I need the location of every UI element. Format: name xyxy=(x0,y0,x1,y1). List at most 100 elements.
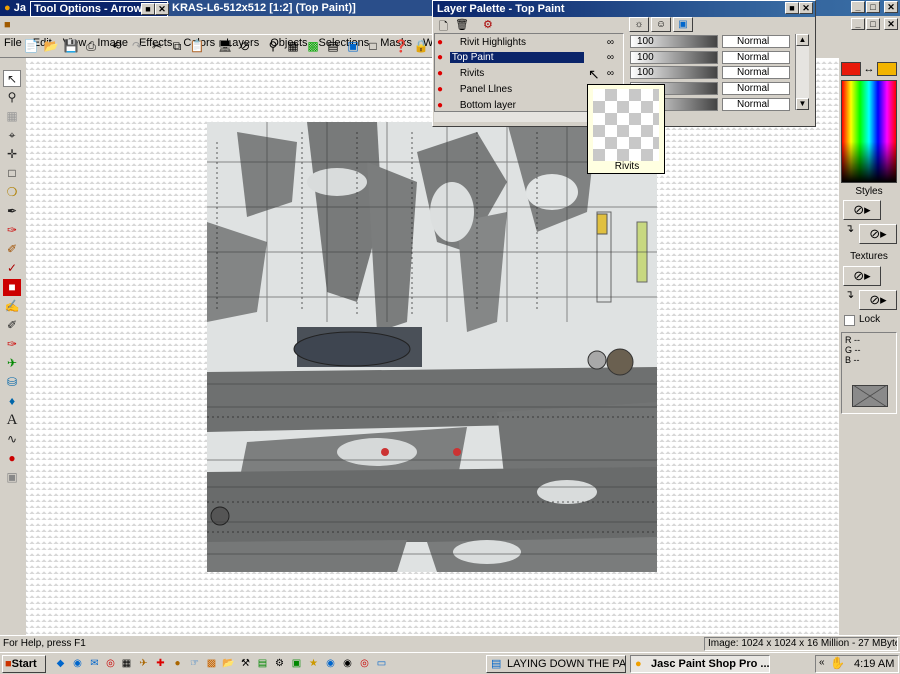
layer-opacity[interactable]: 100 xyxy=(630,35,718,48)
taskbar-item-psp[interactable]: ● Jasc Paint Shop Pro ... xyxy=(630,655,770,673)
layer-blend-mode[interactable]: Normal xyxy=(722,82,790,95)
paste-icon[interactable]: 📋 xyxy=(188,37,206,55)
picture-tube-icon[interactable]: ✑ xyxy=(3,336,21,353)
layer-palette-pin-button[interactable]: ■ xyxy=(785,2,799,14)
text-tool-icon[interactable]: A xyxy=(3,412,21,429)
layer-palette-vscroll[interactable]: ▲ ▼ xyxy=(795,34,809,110)
flood-fill-icon[interactable]: ⛁ xyxy=(3,374,21,391)
quicklaunch-window-icon[interactable]: ▭ xyxy=(375,658,388,670)
scratch-remover-icon[interactable]: ✍ xyxy=(3,298,21,315)
visibility-glasses-icon[interactable]: ∞ xyxy=(607,50,614,65)
quicklaunch-folder-icon[interactable]: 📂 xyxy=(222,658,235,670)
tray-expand-icon[interactable]: « xyxy=(819,657,825,668)
visibility-glasses-icon[interactable]: ∞ xyxy=(607,66,614,81)
deform-tool-icon[interactable]: ▦ xyxy=(3,108,21,125)
canvas-image[interactable] xyxy=(207,122,657,572)
maximize-button[interactable]: □ xyxy=(866,1,880,13)
zoom-icon[interactable]: ⚲ xyxy=(264,37,282,55)
copy-icon[interactable]: ⧉ xyxy=(168,37,186,55)
tab-visibility[interactable]: ☼ xyxy=(629,17,649,32)
layer-properties-icon[interactable]: ⚙ xyxy=(483,18,493,31)
tool-options-pin-button[interactable]: ■ xyxy=(141,3,155,15)
doc-maximize-button[interactable]: □ xyxy=(866,18,880,30)
foreground-style-button[interactable]: ⊘▸ xyxy=(843,200,881,220)
quicklaunch-cross-icon[interactable]: ✚ xyxy=(154,658,167,670)
screen-icon[interactable]: 🖥 xyxy=(216,37,234,55)
quicklaunch-gear-icon[interactable]: ⚙ xyxy=(273,658,286,670)
vector-object-icon[interactable]: ▣ xyxy=(3,469,21,486)
selection-tool-icon[interactable]: □ xyxy=(3,165,21,182)
overview-icon[interactable]: □ xyxy=(364,37,382,55)
undo-icon[interactable]: ↶ xyxy=(108,37,126,55)
color-spectrum[interactable] xyxy=(841,80,897,183)
quicklaunch-desktop-icon[interactable]: ◆ xyxy=(54,658,67,670)
layer-opacity[interactable]: 100 xyxy=(630,66,718,79)
draw-tool-icon[interactable]: ∿ xyxy=(3,431,21,448)
layer-blend-mode[interactable]: Normal xyxy=(722,98,790,111)
tray-hand-icon[interactable]: ✋ xyxy=(830,656,845,670)
foreground-color-swatch[interactable] xyxy=(841,62,861,76)
background-style-button[interactable]: ⊘▸ xyxy=(859,224,897,244)
taskbar-item-word[interactable]: ▤ LAYING DOWN THE PAI... xyxy=(486,655,626,673)
clock[interactable]: 4:19 AM xyxy=(854,658,894,670)
background-color-swatch[interactable] xyxy=(877,62,897,76)
scroll-down-arrow-icon[interactable]: ▼ xyxy=(796,98,809,110)
background-texture-button[interactable]: ⊘▸ xyxy=(859,290,897,310)
layer-blend-mode[interactable]: Normal xyxy=(722,35,790,48)
quicklaunch-ie-icon[interactable]: ◉ xyxy=(71,658,84,670)
open-folder-icon[interactable]: 📂 xyxy=(42,37,60,55)
tool-options-close-button[interactable]: ✕ xyxy=(155,3,169,15)
crop-tool-icon[interactable]: ⌖ xyxy=(3,127,21,144)
swap-colors-icon[interactable]: ↔ xyxy=(862,62,876,76)
cut-icon[interactable]: ✂ xyxy=(148,37,166,55)
layer-row-selected[interactable]: ● Top Paint ∞ xyxy=(437,50,620,65)
quicklaunch-image-icon[interactable]: ▣ xyxy=(290,658,303,670)
retouch-tool-icon[interactable]: ■ xyxy=(3,279,21,296)
layer-palette-icon[interactable]: ▣ xyxy=(344,37,362,55)
help-icon[interactable]: ❓ xyxy=(392,37,410,55)
delete-layer-icon[interactable]: 🗑 xyxy=(455,18,469,31)
freehand-tool-icon[interactable]: ❍ xyxy=(3,184,21,201)
redo-icon[interactable]: ↷ xyxy=(128,37,146,55)
quicklaunch-chart-icon[interactable]: ▤ xyxy=(256,658,269,670)
swap-styles-icon[interactable]: ↴ xyxy=(845,222,854,235)
layer-row[interactable]: ● Rivit Highlights ∞ xyxy=(437,35,620,50)
layer-blend-mode[interactable]: Normal xyxy=(722,51,790,64)
quicklaunch-book-icon[interactable]: ▩ xyxy=(205,658,218,670)
quicklaunch-tools-icon[interactable]: ⚒ xyxy=(239,658,252,670)
swap-textures-icon[interactable]: ↴ xyxy=(845,288,854,301)
quicklaunch-app-icon[interactable]: ▦ xyxy=(120,658,133,670)
lock-icon[interactable]: 🔒 xyxy=(412,37,430,55)
histogram-icon[interactable]: ▤ xyxy=(324,37,342,55)
new-file-icon[interactable]: 📄 xyxy=(22,37,40,55)
quicklaunch-plane-icon[interactable]: ✈ xyxy=(137,658,150,670)
quicklaunch-hand-icon[interactable]: ☞ xyxy=(188,658,201,670)
doc-close-button[interactable]: ✕ xyxy=(884,18,898,30)
scroll-up-arrow-icon[interactable]: ▲ xyxy=(796,34,809,46)
foreground-texture-button[interactable]: ⊘▸ xyxy=(843,266,881,286)
quicklaunch-net-icon[interactable]: ◉ xyxy=(341,658,354,670)
paintbrush-tool-icon[interactable]: ✑ xyxy=(3,222,21,239)
print-icon[interactable]: ⎙ xyxy=(82,37,100,55)
quicklaunch-media-icon[interactable]: ◎ xyxy=(104,658,117,670)
doc-minimize-button[interactable]: _ xyxy=(851,18,865,30)
mover-tool-icon[interactable]: ✛ xyxy=(3,146,21,163)
start-button[interactable]: ■Start xyxy=(2,655,46,673)
paint-bucket-icon[interactable]: ♦ xyxy=(3,393,21,410)
arrow-tool-icon[interactable]: ↖ xyxy=(3,70,21,87)
tab-group[interactable]: ▣ xyxy=(673,17,693,32)
zoom-tool-icon[interactable]: ⚲ xyxy=(3,89,21,106)
minimize-button[interactable]: _ xyxy=(851,1,865,13)
dropper-tool-icon[interactable]: ✒ xyxy=(3,203,21,220)
eraser-tool-icon[interactable]: ✐ xyxy=(3,317,21,334)
layer-blend-mode[interactable]: Normal xyxy=(722,66,790,79)
browse-icon[interactable]: ⊘ xyxy=(236,37,254,55)
quicklaunch-globe-icon[interactable]: ◉ xyxy=(324,658,337,670)
airbrush-icon[interactable]: ✈ xyxy=(3,355,21,372)
toolbar-toggle-icon[interactable]: ▦ xyxy=(284,37,302,55)
quicklaunch-cd-icon[interactable]: ◎ xyxy=(358,658,371,670)
layer-palette-close-button[interactable]: ✕ xyxy=(799,2,813,14)
layer-opacity[interactable]: 100 xyxy=(630,51,718,64)
clone-brush-icon[interactable]: ✐ xyxy=(3,241,21,258)
tab-mask[interactable]: ☺ xyxy=(651,17,671,32)
